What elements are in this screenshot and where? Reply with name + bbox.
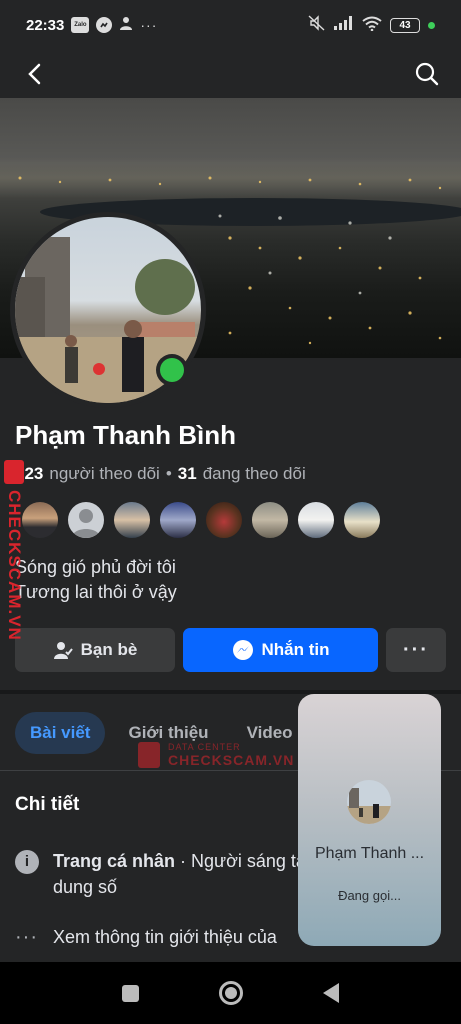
following-count[interactable]: 31 xyxy=(178,464,197,484)
mute-icon xyxy=(308,15,326,35)
follow-stats: 623 người theo dõi • 31 đang theo dõi xyxy=(15,464,306,484)
profile-bio: Sóng gió phủ đời tôi Tương lai thôi ở vậ… xyxy=(15,555,177,605)
battery-icon: 43 xyxy=(390,17,420,33)
more-dots-icon: ··· xyxy=(15,926,38,948)
profile-type-bold: Trang cá nhân xyxy=(53,851,176,871)
see-about-link[interactable]: ··· Xem thông tin giới thiệu của xyxy=(15,924,277,950)
signal-icon xyxy=(334,16,354,34)
message-button-label: Nhắn tin xyxy=(261,640,330,659)
tab-posts[interactable]: Bài viết xyxy=(15,712,106,754)
home-button[interactable] xyxy=(219,981,243,1005)
back-button[interactable] xyxy=(20,60,48,88)
online-status-indicator xyxy=(156,354,188,386)
search-button[interactable] xyxy=(413,60,441,88)
wifi-icon xyxy=(362,16,382,35)
friend-avatar[interactable] xyxy=(20,500,60,540)
top-navigation xyxy=(0,50,461,98)
detail-profile-type: i Trang cá nhân · Người sáng tạo nội dun… xyxy=(15,848,345,900)
watermark-small-text: DATA CENTER xyxy=(168,742,241,752)
details-title: Chi tiết xyxy=(15,794,80,815)
lock-icon xyxy=(138,742,160,768)
friend-avatar[interactable] xyxy=(158,500,198,540)
watermark-side: CHECKSCAM.VN xyxy=(4,460,26,650)
friend-avatar[interactable] xyxy=(250,500,290,540)
zalo-icon: Zalo xyxy=(71,17,90,33)
more-options-button[interactable]: ··· xyxy=(386,628,446,672)
messenger-icon xyxy=(96,17,113,33)
followers-label[interactable]: người theo dõi xyxy=(49,464,159,484)
see-about-text: Xem thông tin giới thiệu của xyxy=(53,927,277,947)
call-status: Đang gọi... xyxy=(338,888,401,903)
stats-separator: • xyxy=(165,464,172,483)
recent-apps-button[interactable] xyxy=(122,984,139,1002)
following-label[interactable]: đang theo dõi xyxy=(203,464,306,484)
call-contact-name: Phạm Thanh ... xyxy=(314,845,425,862)
back-nav-button[interactable] xyxy=(323,983,339,1003)
lock-icon xyxy=(4,460,24,484)
friend-avatar[interactable] xyxy=(204,500,244,540)
status-time: 22:33 xyxy=(26,16,65,34)
person-icon xyxy=(119,16,133,34)
watermark-center: DATA CENTER CHECKSCAM.VN xyxy=(138,742,294,768)
profile-name: Phạm Thanh Bình xyxy=(15,420,236,450)
facebook-profile-screen: 22:33 Zalo ··· 43 Phạm Thanh Bình 623 ng… xyxy=(0,0,461,1024)
profile-actions: Bạn bè Nhắn tin ··· xyxy=(15,628,446,672)
mutual-friends-row[interactable] xyxy=(20,500,382,540)
info-icon: i xyxy=(15,850,39,874)
watermark-side-text: CHECKSCAM.VN xyxy=(5,490,24,641)
friend-check-icon xyxy=(53,642,73,659)
chevron-left-icon xyxy=(28,63,41,85)
friend-avatar[interactable] xyxy=(342,500,382,540)
bio-line-2: Tương lai thôi ở vậy xyxy=(15,582,177,602)
friend-avatar[interactable] xyxy=(296,500,336,540)
bio-line-1: Sóng gió phủ đời tôi xyxy=(15,557,176,577)
status-bar: 22:33 Zalo ··· 43 xyxy=(0,0,461,50)
watermark-big-text: CHECKSCAM.VN xyxy=(168,752,295,768)
messenger-icon xyxy=(232,640,253,660)
system-navigation-bar xyxy=(0,962,461,1024)
search-icon xyxy=(415,62,439,86)
friends-button-label: Bạn bè xyxy=(80,640,138,659)
friend-avatar-default[interactable] xyxy=(66,500,106,540)
message-button[interactable]: Nhắn tin xyxy=(183,628,378,672)
friends-button[interactable]: Bạn bè xyxy=(15,628,175,672)
friend-avatar[interactable] xyxy=(112,500,152,540)
call-avatar xyxy=(347,780,391,824)
ongoing-call-bubble[interactable]: Phạm Thanh ... Đang gọi... xyxy=(298,694,441,946)
privacy-indicator-dot xyxy=(428,21,435,29)
more-notifications-icon: ··· xyxy=(140,17,158,33)
